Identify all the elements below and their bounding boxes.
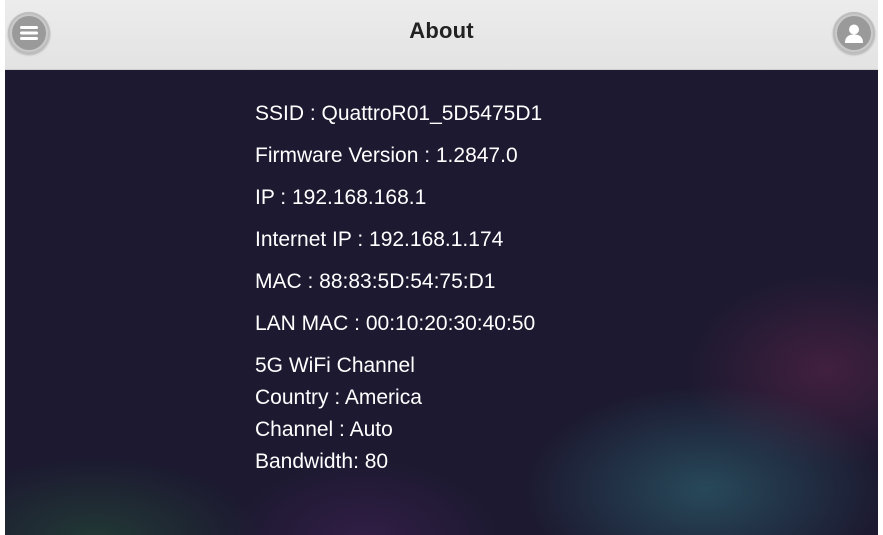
lan-mac-text: LAN MAC : 00:10:20:30:40:50: [255, 312, 536, 335]
wifi-country-text: Country : America: [255, 386, 422, 409]
wifi-channel-heading: 5G WiFi Channel: [255, 354, 415, 377]
top-bar: About: [5, 0, 878, 70]
ip-text: IP : 192.168.168.1: [255, 186, 427, 209]
device-info: SSID : QuattroR01_5D5475D1 Firmware Vers…: [255, 100, 542, 480]
wifi-channel-text: Channel : Auto: [255, 418, 393, 441]
mac-text: MAC : 88:83:5D:54:75:D1: [255, 270, 496, 293]
firmware-version-text: Firmware Version : 1.2847.0: [255, 144, 518, 167]
page-title: About: [409, 18, 474, 43]
ssid-text: SSID : QuattroR01_5D5475D1: [255, 102, 543, 125]
wifi-channel-block: 5G WiFi Channel Country : America Channe…: [255, 352, 542, 475]
about-content: SSID : QuattroR01_5D5475D1 Firmware Vers…: [5, 70, 878, 535]
wifi-bandwidth-text: Bandwidth: 80: [255, 450, 389, 473]
user-button[interactable]: [833, 12, 875, 54]
internet-ip-text: Internet IP : 192.168.1.174: [255, 228, 504, 251]
user-icon: [837, 16, 871, 50]
app-frame: About SSID : QuattroR01_5D5475D1 Firmwar…: [5, 0, 878, 535]
